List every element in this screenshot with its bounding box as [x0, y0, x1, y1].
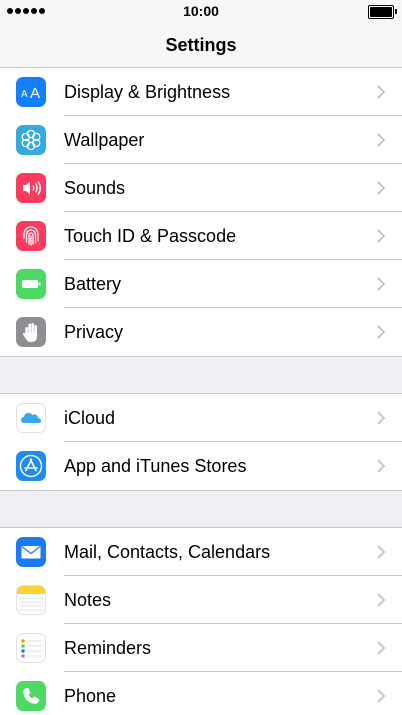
settings-group-apps: Mail, Contacts, Calendars Notes Reminder… — [0, 527, 402, 715]
settings-row-phone[interactable]: Phone — [0, 672, 402, 715]
settings-row-label: Reminders — [64, 638, 152, 658]
sounds-icon — [16, 173, 46, 203]
settings-row-app-itunes-stores[interactable]: App and iTunes Stores — [0, 442, 402, 490]
chevron-right-icon — [377, 459, 385, 473]
chevron-right-icon — [377, 85, 385, 99]
settings-row-label: Phone — [64, 686, 117, 706]
settings-row-label: Sounds — [64, 178, 126, 198]
chevron-right-icon — [377, 181, 385, 195]
chevron-right-icon — [377, 229, 385, 243]
settings-row-label: Display & Brightness — [64, 82, 231, 102]
settings-row-sounds[interactable]: Sounds — [0, 164, 402, 212]
settings-row-mail-contacts-calendars[interactable]: Mail, Contacts, Calendars — [0, 528, 402, 576]
settings-row-label: Privacy — [64, 322, 124, 342]
settings-row-label: Wallpaper — [64, 130, 145, 150]
svg-text:A: A — [21, 89, 28, 100]
fingerprint-icon — [16, 221, 46, 251]
reminders-icon — [16, 633, 46, 663]
wallpaper-icon — [16, 125, 46, 155]
settings-group-accounts: iCloud App and iTunes Stores — [0, 393, 402, 491]
settings-group-device: A A Display & Brightness Wallpaper Sound… — [0, 67, 402, 357]
settings-row-touch-id-passcode[interactable]: Touch ID & Passcode — [0, 212, 402, 260]
status-time: 10:00 — [183, 3, 219, 19]
settings-row-reminders[interactable]: Reminders — [0, 624, 402, 672]
navigation-bar: Settings — [0, 22, 402, 68]
chevron-right-icon — [377, 325, 385, 339]
hand-icon — [16, 317, 46, 347]
settings-row-label: Notes — [64, 590, 112, 610]
settings-row-label: Mail, Contacts, Calendars — [64, 542, 271, 562]
chevron-right-icon — [377, 133, 385, 147]
notes-icon — [16, 585, 46, 615]
settings-row-privacy[interactable]: Privacy — [0, 308, 402, 356]
svg-text:A: A — [30, 85, 40, 102]
settings-row-battery[interactable]: Battery — [0, 260, 402, 308]
settings-row-notes[interactable]: Notes — [0, 576, 402, 624]
settings-row-label: Battery — [64, 274, 122, 294]
chevron-right-icon — [377, 277, 385, 291]
mail-icon — [16, 537, 46, 567]
settings-row-display-brightness[interactable]: A A Display & Brightness — [0, 68, 402, 116]
page-title: Settings — [165, 35, 237, 55]
chevron-right-icon — [377, 593, 385, 607]
settings-row-icloud[interactable]: iCloud — [0, 394, 402, 442]
cloud-icon — [16, 403, 46, 433]
battery-level-icon — [368, 5, 397, 19]
status-bar: 10:00 — [0, 0, 402, 22]
settings-row-wallpaper[interactable]: Wallpaper — [0, 116, 402, 164]
chevron-right-icon — [377, 689, 385, 703]
phone-icon — [16, 681, 46, 711]
display-brightness-icon: A A — [16, 77, 46, 107]
battery-icon — [16, 269, 46, 299]
chevron-right-icon — [377, 545, 385, 559]
settings-row-label: iCloud — [64, 408, 116, 428]
settings-row-label: Touch ID & Passcode — [64, 226, 237, 246]
settings-screen: 10:00 Settings A A Display & Brightness — [0, 0, 402, 715]
settings-row-label: App and iTunes Stores — [64, 456, 247, 476]
chevron-right-icon — [377, 411, 385, 425]
chevron-right-icon — [377, 641, 385, 655]
app-store-icon — [16, 451, 46, 481]
